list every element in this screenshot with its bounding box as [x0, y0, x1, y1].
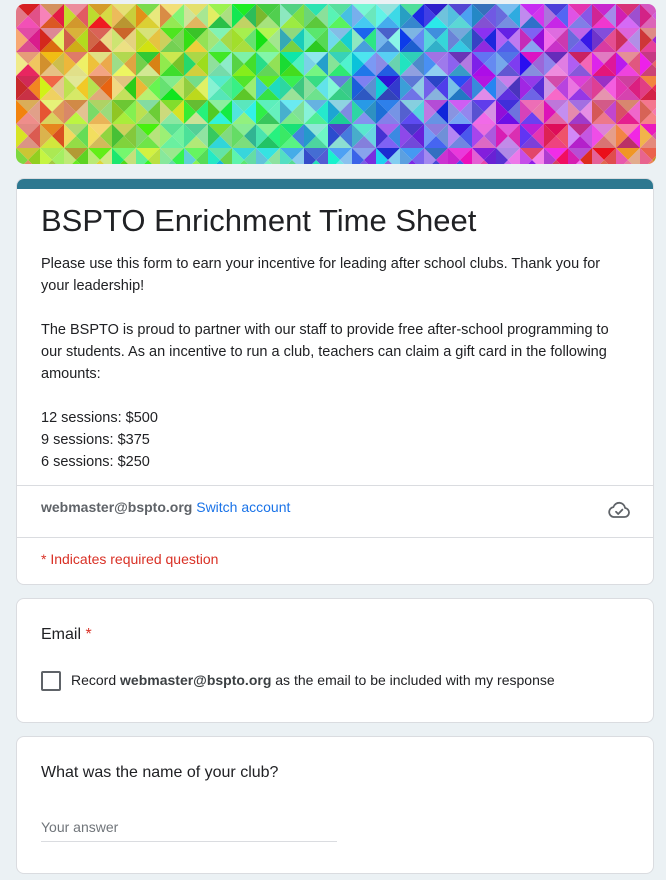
divider [17, 485, 653, 486]
record-email-checkbox[interactable] [41, 671, 61, 691]
checkbox-label-email: webmaster@bspto.org [120, 672, 272, 688]
record-email-label[interactable]: Record webmaster@bspto.org as the email … [71, 670, 555, 690]
divider [17, 537, 653, 538]
description-details: The BSPTO is proud to partner with our s… [41, 322, 609, 382]
amount-line: 9 sessions: $375 [41, 432, 150, 448]
account-email: webmaster@bspto.org [41, 499, 193, 515]
accent-strip [17, 179, 653, 189]
amount-line: 12 sessions: $500 [41, 410, 158, 426]
club-name-question-title: What was the name of your club? [41, 764, 279, 781]
checkbox-label-prefix: Record [71, 672, 117, 688]
amount-line: 6 sessions: $250 [41, 454, 150, 470]
form-header-card: BSPTO Enrichment Time Sheet Please use t… [16, 178, 654, 585]
required-note: * Indicates required question [41, 551, 219, 567]
form-title: BSPTO Enrichment Time Sheet [41, 203, 477, 238]
checkbox-label-suffix: as the email to be included with my resp… [275, 672, 555, 688]
required-star: * [85, 626, 92, 643]
switch-account-link[interactable]: Switch account [196, 499, 290, 515]
form-page: BSPTO Enrichment Time Sheet Please use t… [0, 0, 666, 880]
account-row: webmaster@bspto.org Switch account [41, 497, 290, 517]
question-title-text: Email [41, 626, 82, 643]
cloud-check-icon [608, 501, 630, 518]
email-question-card: Email * Record webmaster@bspto.org as th… [16, 598, 654, 723]
header-banner-image [16, 4, 656, 164]
email-question-title: Email * [41, 623, 92, 647]
club-name-question-card: What was the name of your club? [16, 736, 654, 874]
form-description: Please use this form to earn your incent… [41, 253, 631, 473]
club-name-input[interactable] [41, 813, 337, 842]
description-intro: Please use this form to earn your incent… [41, 256, 601, 294]
